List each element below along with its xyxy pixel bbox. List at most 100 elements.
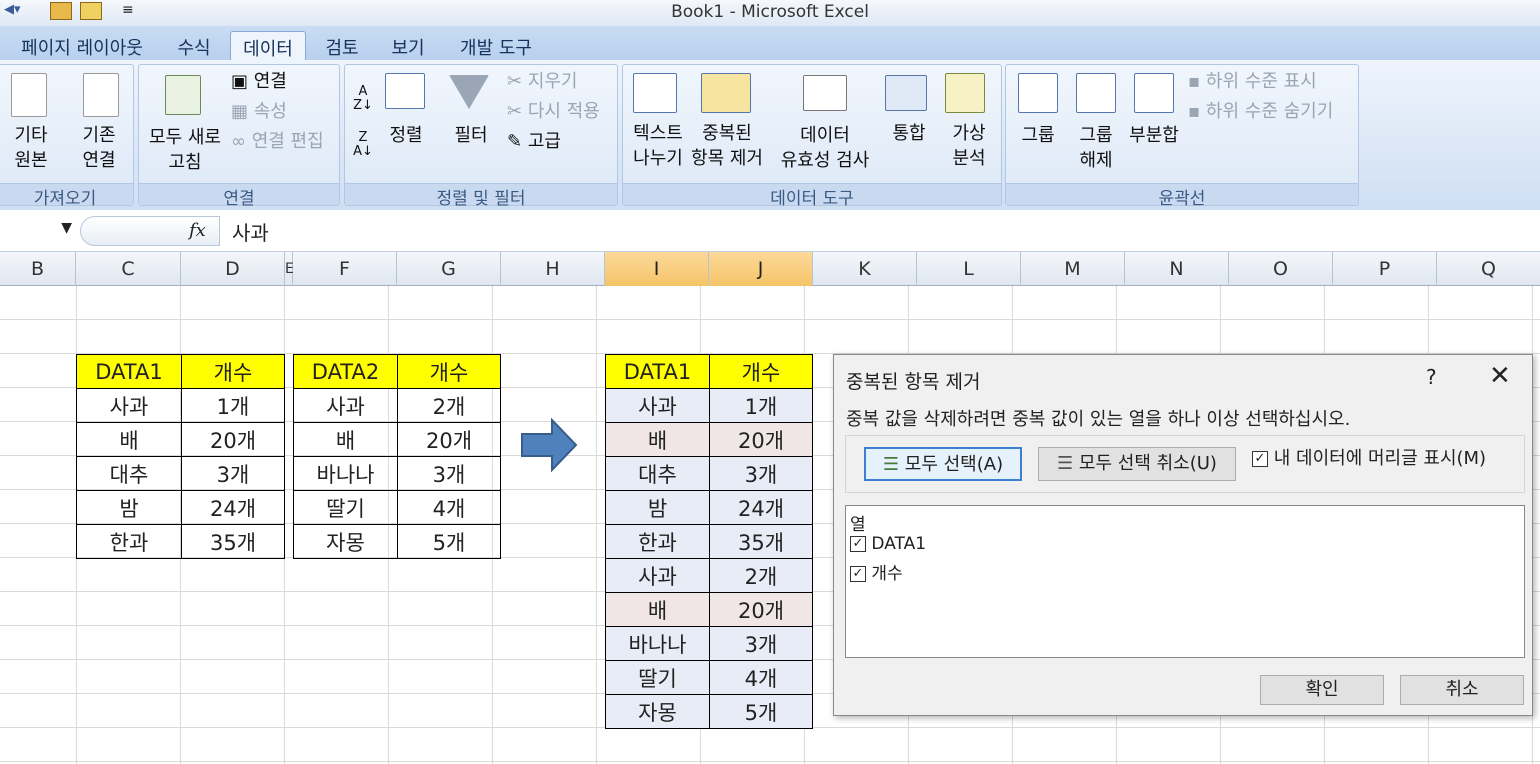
header-cell[interactable]: DATA2 xyxy=(293,354,398,389)
cell[interactable]: 5개 xyxy=(709,694,813,729)
tab-developer[interactable]: 개발 도구 xyxy=(446,31,546,60)
cell[interactable]: 한과 xyxy=(76,524,182,559)
tab-view[interactable]: 보기 xyxy=(380,31,436,60)
checkbox[interactable]: ✓ xyxy=(1252,451,1268,467)
other-sources-button[interactable]: 기타 원본 xyxy=(1,123,61,173)
chevron-down-icon[interactable]: ▼ xyxy=(61,220,72,236)
cell[interactable]: 3개 xyxy=(709,626,813,661)
what-if-button[interactable]: 가상 분석 xyxy=(939,121,999,171)
col-header[interactable]: E xyxy=(285,252,294,286)
advanced-button[interactable]: ✎ 고급 xyxy=(507,129,615,154)
col-header[interactable]: L xyxy=(917,252,1021,286)
tab-review[interactable]: 검토 xyxy=(314,31,370,60)
cell[interactable]: 자몽 xyxy=(605,694,710,729)
tab-data[interactable]: 데이터 xyxy=(230,31,306,60)
col-header[interactable]: G xyxy=(397,252,501,286)
tab-page-layout[interactable]: 페이지 레이아웃 xyxy=(8,31,156,60)
cell[interactable]: 한과 xyxy=(605,524,710,559)
edit-links-button[interactable]: ∞ 연결 편집 xyxy=(231,129,339,154)
cell[interactable]: 4개 xyxy=(397,490,501,525)
col-header[interactable]: H xyxy=(501,252,605,286)
header-checkbox[interactable]: ✓ 내 데이터에 머리글 표시(M) xyxy=(1252,444,1486,470)
cell[interactable]: 2개 xyxy=(709,558,813,593)
cell[interactable]: 자몽 xyxy=(293,524,398,559)
cell[interactable]: 35개 xyxy=(709,524,813,559)
cell[interactable]: 1개 xyxy=(181,388,285,423)
properties-button[interactable]: ▦ 속성 xyxy=(231,99,335,124)
header-cell[interactable]: 개수 xyxy=(709,354,813,389)
cell[interactable]: 35개 xyxy=(181,524,285,559)
ungroup-button[interactable]: 그룹 해제 xyxy=(1068,123,1124,173)
tab-formulas[interactable]: 수식 xyxy=(166,31,222,60)
list-item[interactable]: ✓ DATA1 xyxy=(850,534,926,554)
cell[interactable]: 대추 xyxy=(76,456,182,491)
ok-button[interactable]: 확인 xyxy=(1260,675,1384,705)
cell[interactable]: 1개 xyxy=(709,388,813,423)
cell[interactable]: 바나나 xyxy=(605,626,710,661)
cell[interactable]: 24개 xyxy=(181,490,285,525)
close-icon[interactable]: ✕ xyxy=(1489,361,1511,391)
cell[interactable]: 2개 xyxy=(397,388,501,423)
sort-az-icon[interactable]: A Z↓ xyxy=(351,85,375,113)
col-header[interactable]: B xyxy=(0,252,76,286)
col-header[interactable]: K xyxy=(813,252,917,286)
cancel-button[interactable]: 취소 xyxy=(1400,675,1524,705)
col-header[interactable]: C xyxy=(76,252,181,286)
cell[interactable]: 딸기 xyxy=(293,490,398,525)
cell[interactable]: 20개 xyxy=(397,422,501,457)
header-cell[interactable]: 개수 xyxy=(397,354,501,389)
cell[interactable]: 딸기 xyxy=(605,660,710,695)
filter-button[interactable]: 필터 xyxy=(443,123,499,148)
header-cell[interactable]: 개수 xyxy=(181,354,285,389)
consolidate-button[interactable]: 통합 xyxy=(885,121,933,146)
list-item[interactable]: ✓ 개수 xyxy=(850,559,903,584)
refresh-all-button[interactable]: 모두 새로 고침 xyxy=(143,125,227,175)
header-cell[interactable]: DATA1 xyxy=(76,354,182,389)
checkbox[interactable]: ✓ xyxy=(850,566,866,582)
col-header[interactable]: O xyxy=(1229,252,1333,286)
cell[interactable]: 사과 xyxy=(605,558,710,593)
cell[interactable]: 20개 xyxy=(181,422,285,457)
sort-button[interactable]: 정렬 xyxy=(381,123,431,148)
cell[interactable]: 3개 xyxy=(709,456,813,491)
cell[interactable]: 20개 xyxy=(709,592,813,627)
help-icon[interactable]: ? xyxy=(1426,365,1437,389)
cell[interactable]: 5개 xyxy=(397,524,501,559)
cell[interactable]: 사과 xyxy=(76,388,182,423)
column-list[interactable]: 열 ✓ DATA1 ✓ 개수 xyxy=(845,505,1525,658)
cell[interactable]: 배 xyxy=(605,592,710,627)
cell[interactable]: 사과 xyxy=(293,388,398,423)
col-header[interactable]: P xyxy=(1333,252,1437,286)
name-box[interactable]: ▼ xyxy=(0,218,76,244)
text-to-columns-button[interactable]: 텍스트 나누기 xyxy=(625,121,691,171)
select-all-button[interactable]: ☰ 모두 선택(A) xyxy=(864,447,1022,481)
data-validation-button[interactable]: 데이터 유효성 검사 xyxy=(769,123,881,173)
hide-detail-button[interactable]: ▪ 하위 수준 숨기기 xyxy=(1188,99,1356,124)
existing-connections-button[interactable]: 기존 연결 xyxy=(71,123,127,173)
cell[interactable]: 밤 xyxy=(76,490,182,525)
cell[interactable]: 배 xyxy=(605,422,710,457)
clear-button[interactable]: ✂ 지우기 xyxy=(507,69,615,94)
cell[interactable]: 4개 xyxy=(709,660,813,695)
cell[interactable]: 24개 xyxy=(709,490,813,525)
formula-input[interactable]: 사과 xyxy=(232,217,269,246)
cell[interactable]: 밤 xyxy=(605,490,710,525)
col-header[interactable]: J xyxy=(709,252,813,286)
subtotal-button[interactable]: 부분합 xyxy=(1126,123,1182,148)
cell[interactable]: 사과 xyxy=(605,388,710,423)
show-detail-button[interactable]: ▪ 하위 수준 표시 xyxy=(1188,69,1356,94)
col-header[interactable]: Q xyxy=(1437,252,1540,286)
unselect-all-button[interactable]: ☰ 모두 선택 취소(U) xyxy=(1038,447,1236,481)
fx-icon[interactable]: fx xyxy=(189,220,206,241)
remove-duplicates-button[interactable]: 중복된 항목 제거 xyxy=(689,121,765,171)
col-header[interactable]: I xyxy=(605,252,709,286)
cell[interactable]: 배 xyxy=(76,422,182,457)
col-header[interactable]: N xyxy=(1125,252,1229,286)
connections-button[interactable]: ▣ 연결 xyxy=(231,69,335,94)
col-header[interactable]: F xyxy=(293,252,397,286)
cell[interactable]: 바나나 xyxy=(293,456,398,491)
cell[interactable]: 3개 xyxy=(181,456,285,491)
cell[interactable]: 3개 xyxy=(397,456,501,491)
cell[interactable]: 대추 xyxy=(605,456,710,491)
reapply-button[interactable]: ✂ 다시 적용 xyxy=(507,99,615,124)
